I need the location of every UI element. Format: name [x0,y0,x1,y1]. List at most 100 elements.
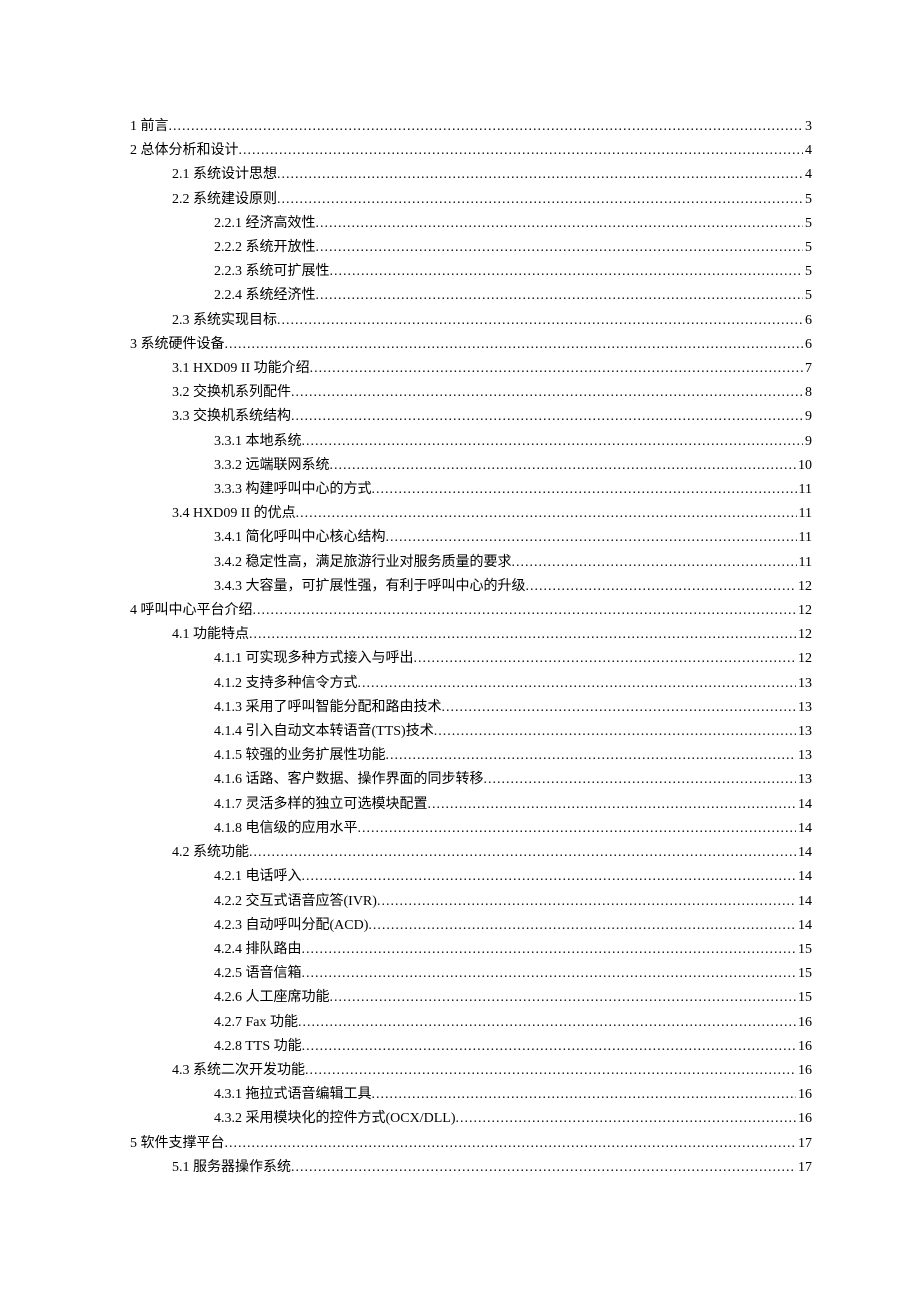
toc-leader-dots [305,1059,796,1083]
toc-leader-dots [249,623,796,647]
toc-entry-page: 17 [796,1156,812,1180]
toc-entry-page: 14 [796,914,812,938]
toc-entry-page: 13 [796,672,812,696]
toc-entry: 4.2.2 交互式语音应答(IVR)14 [130,890,812,914]
toc-entry: 4.3.1 拖拉式语音编辑工具 16 [130,1083,812,1107]
toc-entry-title: 4.1.7 灵活多样的独立可选模块配置 [214,793,428,817]
toc-entry-title: 5.1 服务器操作系统 [172,1156,291,1180]
toc-leader-dots [442,696,797,720]
toc-entry-title: 4.3.1 拖拉式语音编辑工具 [214,1083,372,1107]
toc-entry: 3.4 HXD09 II 的优点11 [130,502,812,526]
toc-entry-title: 4.2 系统功能 [172,841,249,865]
toc-entry: 4.1.6 话路、客户数据、操作界面的同步转移13 [130,768,812,792]
toc-leader-dots [434,720,796,744]
toc-leader-dots [310,357,803,381]
toc-entry-page: 13 [796,744,812,768]
toc-entry-title: 4.2.5 语音信箱 [214,962,302,986]
toc-entry: 4.1.4 引入自动文本转语音(TTS)技术13 [130,720,812,744]
toc-entry: 4.1.1 可实现多种方式接入与呼出12 [130,647,812,671]
toc-leader-dots [253,599,797,623]
toc-entry-title: 4.1.8 电信级的应用水平 [214,817,358,841]
toc-leader-dots [298,1011,796,1035]
toc-entry: 3.1 HXD09 II 功能介绍 7 [130,357,812,381]
toc-entry-page: 14 [796,793,812,817]
toc-entry: 1 前言3 [130,115,812,139]
toc-entry-page: 16 [796,1107,812,1131]
toc-entry-page: 11 [797,526,812,550]
toc-entry: 4.1 功能特点12 [130,623,812,647]
toc-entry-title: 4.3.2 采用模块化的控件方式(OCX/DLL) [214,1107,456,1131]
toc-entry-title: 4.1.1 可实现多种方式接入与呼出 [214,647,414,671]
toc-entry-title: 2 总体分析和设计 [130,139,239,163]
toc-entry-title: 3.3.3 构建呼叫中心的方式 [214,478,372,502]
toc-leader-dots [316,236,804,260]
toc-leader-dots [302,1035,796,1059]
toc-entry: 4.2.4 排队路由15 [130,938,812,962]
toc-entry: 2.2 系统建设原则5 [130,188,812,212]
toc-leader-dots [296,502,797,526]
toc-entry: 4.2.6 人工座席功能 15 [130,986,812,1010]
toc-entry-title: 3.3.2 远端联网系统 [214,454,330,478]
toc-entry-title: 3 系统硬件设备 [130,333,225,357]
toc-entry-page: 12 [796,623,812,647]
toc-entry-title: 2.1 系统设计思想 [172,163,277,187]
toc-entry: 4.2.1 电话呼入14 [130,865,812,889]
toc-leader-dots [277,163,803,187]
toc-entry: 3.2 交换机系列配件8 [130,381,812,405]
toc-entry-title: 4.1.5 较强的业务扩展性功能 [214,744,386,768]
toc-entry-title: 3.3.1 本地系统 [214,430,302,454]
toc-leader-dots [372,478,797,502]
toc-entry: 3.3 交换机系统结构9 [130,405,812,429]
toc-entry-title: 4.2.6 人工座席功能 [214,986,330,1010]
toc-entry-title: 4.2.4 排队路由 [214,938,302,962]
toc-entry-title: 3.1 HXD09 II 功能介绍 [172,357,310,381]
toc-entry: 2.2.1 经济高效性 5 [130,212,812,236]
toc-entry: 2.2.4 系统经济性5 [130,284,812,308]
toc-leader-dots [302,430,804,454]
toc-entry: 4.2.5 语音信箱 15 [130,962,812,986]
toc-entry-page: 5 [803,260,812,284]
toc-entry-page: 11 [797,478,812,502]
toc-entry: 4.1.5 较强的业务扩展性功能 13 [130,744,812,768]
toc-entry: 3 系统硬件设备6 [130,333,812,357]
toc-entry-page: 15 [796,962,812,986]
toc-entry-title: 2.2.1 经济高效性 [214,212,316,236]
toc-entry-title: 4.3 系统二次开发功能 [172,1059,305,1083]
toc-leader-dots [358,672,797,696]
toc-entry-page: 16 [796,1083,812,1107]
toc-leader-dots [225,333,804,357]
toc-entry: 3.4.2 稳定性高，满足旅游行业对服务质量的要求11 [130,551,812,575]
toc-entry: 3.3.2 远端联网系统10 [130,454,812,478]
toc-leader-dots [372,1083,797,1107]
toc-entry-page: 12 [796,575,812,599]
toc-leader-dots [330,260,804,284]
toc-entry-page: 5 [803,212,812,236]
toc-entry-title: 2.2 系统建设原则 [172,188,277,212]
toc-entry-title: 4.2.3 自动呼叫分配(ACD) [214,914,368,938]
toc-entry: 2.3 系统实现目标6 [130,309,812,333]
toc-entry-title: 2.2.4 系统经济性 [214,284,316,308]
toc-entry-title: 4.1.2 支持多种信令方式 [214,672,358,696]
toc-entry-title: 4.2.2 交互式语音应答(IVR) [214,890,377,914]
toc-entry-page: 11 [797,551,812,575]
toc-entry-page: 14 [796,817,812,841]
toc-leader-dots [358,817,797,841]
toc-entry: 4.2.8 TTS 功能16 [130,1035,812,1059]
toc-leader-dots [239,139,804,163]
toc-entry-title: 3.3 交换机系统结构 [172,405,291,429]
toc-entry-page: 13 [796,720,812,744]
toc-entry-page: 16 [796,1011,812,1035]
toc-entry: 4.2.7 Fax 功能16 [130,1011,812,1035]
toc-entry-page: 8 [803,381,812,405]
toc-leader-dots [414,647,797,671]
toc-leader-dots [330,986,797,1010]
toc-entry-page: 15 [796,986,812,1010]
toc-entry: 2 总体分析和设计4 [130,139,812,163]
toc-entry: 4.1.7 灵活多样的独立可选模块配置 14 [130,793,812,817]
toc-entry-page: 4 [803,163,812,187]
toc-leader-dots [225,1132,797,1156]
toc-entry: 3.4.1 简化呼叫中心核心结构11 [130,526,812,550]
toc-entry-page: 7 [803,357,812,381]
toc-leader-dots [456,1107,797,1131]
toc-leader-dots [512,551,797,575]
